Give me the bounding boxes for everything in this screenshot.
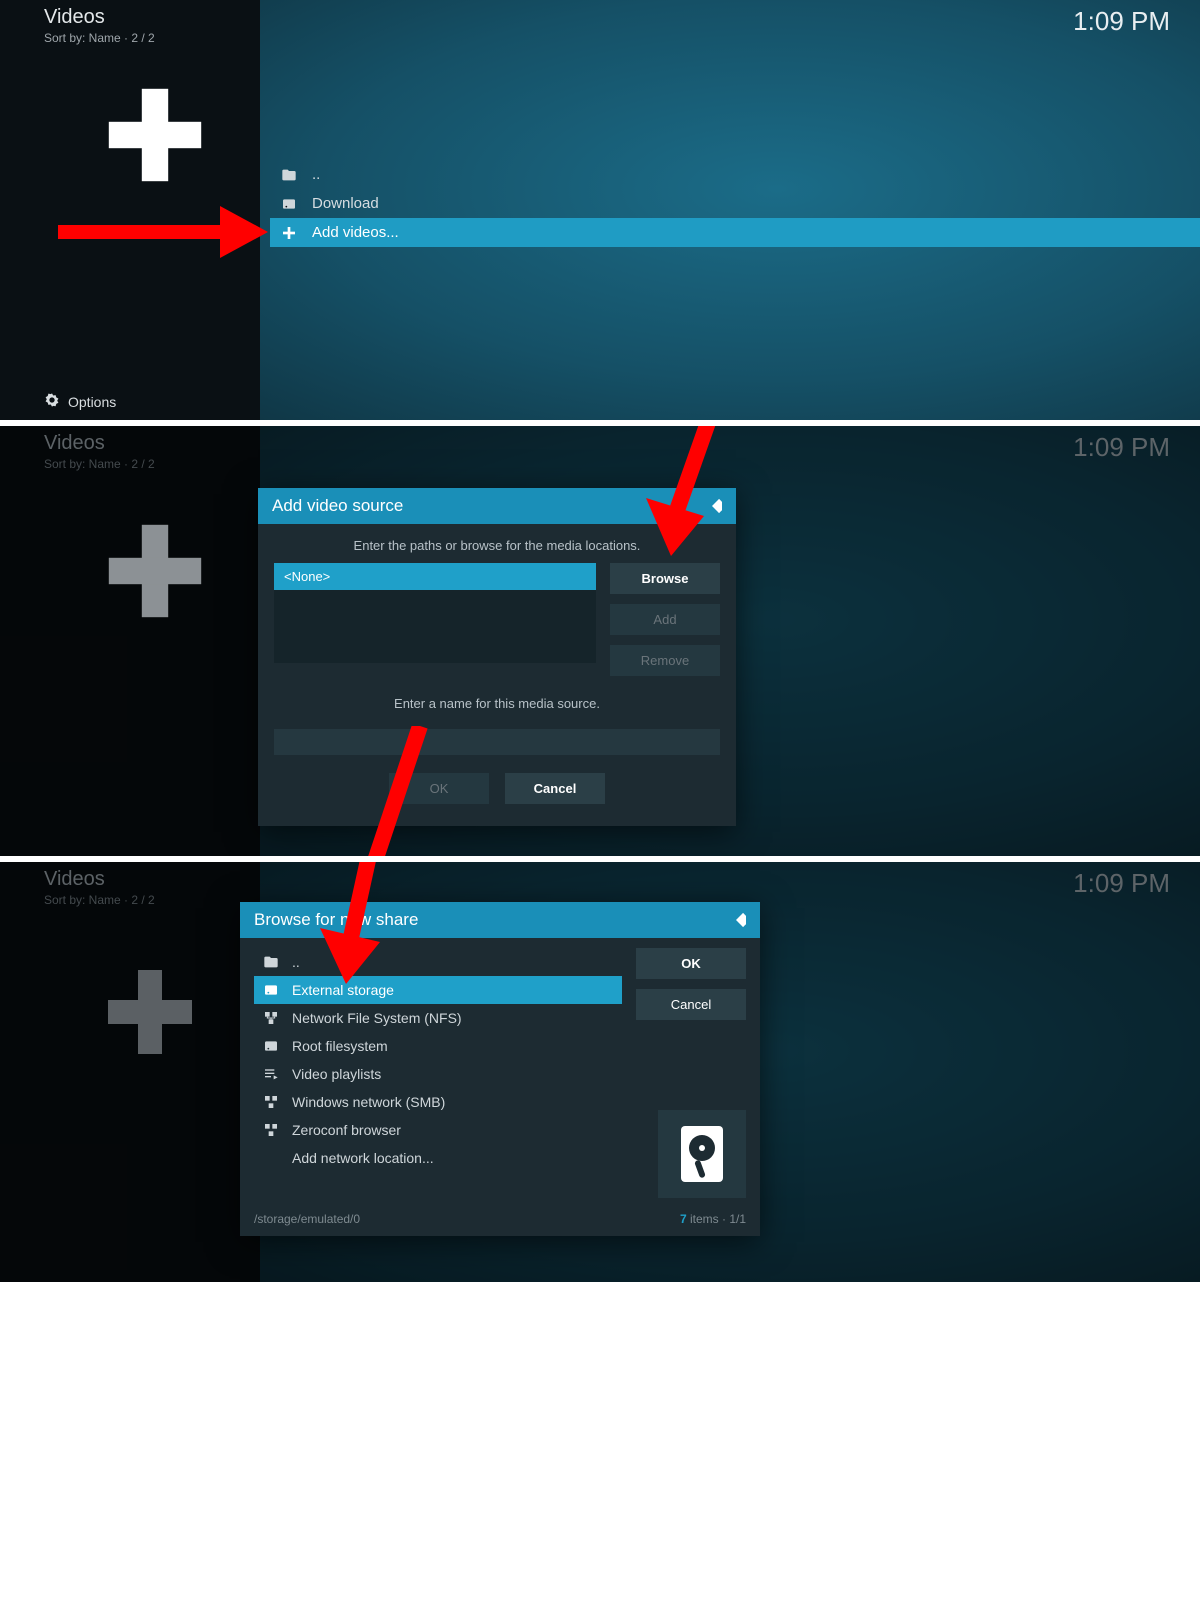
row-download[interactable]: Download [270,189,1200,218]
dialog-instruction: Enter the paths or browse for the media … [258,524,736,563]
source-path-list[interactable]: <None> [274,563,596,663]
header: Videos Sort by: Name · 2 / 2 [44,868,155,907]
ok-button[interactable]: OK [636,948,746,979]
network-icon [262,1094,280,1110]
drive-icon [262,982,280,998]
kodi-logo-icon [702,496,722,516]
browse-list: .. External storage Network File System … [254,948,622,1198]
page-title: Videos [44,432,155,455]
row-label: Root filesystem [292,1038,388,1054]
file-list: .. Download Add videos... [270,160,1200,247]
row-label: Add videos... [312,224,399,241]
screenshot-2: Videos Sort by: Name · 2 / 2 1:09 PM Add… [0,426,1200,856]
row-external-storage[interactable]: External storage [254,976,622,1004]
folder-up-icon [280,167,298,183]
clock: 1:09 PM [1073,6,1170,37]
drive-icon [262,1038,280,1054]
dialog-titlebar: Add video source [258,488,736,524]
row-zeroconf[interactable]: Zeroconf browser [254,1116,622,1144]
page-title: Videos [44,868,155,891]
row-label: External storage [292,982,394,998]
harddrive-icon [677,1124,727,1184]
cancel-button[interactable]: Cancel [636,989,746,1020]
row-up[interactable]: .. [254,948,622,976]
row-label: Network File System (NFS) [292,1010,462,1026]
row-add-network-location[interactable]: Add network location... [254,1144,622,1172]
remove-path-button[interactable]: Remove [610,645,720,676]
row-label: .. [312,166,320,183]
name-instruction: Enter a name for this media source. [258,676,736,721]
sort-status: Sort by: Name · 2 / 2 [44,31,155,45]
current-path: /storage/emulated/0 [254,1212,360,1226]
options-label: Options [68,394,116,410]
row-root[interactable]: Root filesystem [254,1032,622,1060]
add-path-button[interactable]: Add [610,604,720,635]
dialog-title: Browse for new share [254,910,418,930]
add-source-tile[interactable] [100,80,210,190]
row-label: Download [312,195,379,212]
browse-share-dialog: Browse for new share .. External storage… [240,902,760,1236]
row-label: Video playlists [292,1066,381,1082]
header: Videos Sort by: Name · 2 / 2 [44,6,155,45]
plus-small-icon [280,225,298,241]
screenshot-1: Videos Sort by: Name · 2 / 2 1:09 PM .. … [0,0,1200,420]
cancel-button[interactable]: Cancel [505,773,605,804]
dialog-title: Add video source [272,496,403,516]
ok-button[interactable]: OK [389,773,489,804]
network-icon [262,1122,280,1138]
page-title: Videos [44,6,155,29]
row-up[interactable]: .. [270,160,1200,189]
network-icon [262,1010,280,1026]
dialog-titlebar: Browse for new share [240,902,760,938]
plus-icon [100,516,210,626]
gear-icon [44,392,60,411]
dialog-status-bar: /storage/emulated/0 7 items · 1/1 [240,1206,760,1236]
options-button[interactable]: Options [44,392,116,411]
playlist-icon [262,1066,280,1082]
row-label: Windows network (SMB) [292,1094,445,1110]
clock: 1:09 PM [1073,432,1170,463]
kodi-logo-icon [726,910,746,930]
browse-button[interactable]: Browse [610,563,720,594]
preview-thumbnail [658,1110,746,1198]
folder-up-icon [262,954,280,970]
row-label: Zeroconf browser [292,1122,401,1138]
add-source-tile [100,516,210,626]
row-add-videos[interactable]: Add videos... [270,218,1200,247]
add-video-source-dialog: Add video source Enter the paths or brow… [258,488,736,826]
row-label: Add network location... [292,1150,434,1166]
plus-icon [100,962,200,1062]
row-label: .. [292,954,300,970]
row-nfs[interactable]: Network File System (NFS) [254,1004,622,1032]
header: Videos Sort by: Name · 2 / 2 [44,432,155,471]
sort-status: Sort by: Name · 2 / 2 [44,457,155,471]
row-video-playlists[interactable]: Video playlists [254,1060,622,1088]
row-smb[interactable]: Windows network (SMB) [254,1088,622,1116]
source-name-input[interactable] [274,729,720,755]
source-path-item[interactable]: <None> [274,563,596,590]
add-source-tile [100,962,200,1062]
screenshot-3: Videos Sort by: Name · 2 / 2 1:09 PM Bro… [0,862,1200,1282]
plus-icon [100,80,210,190]
item-count: 7 items · 1/1 [680,1212,746,1226]
drive-icon [280,196,298,212]
clock: 1:09 PM [1073,868,1170,899]
sort-status: Sort by: Name · 2 / 2 [44,893,155,907]
